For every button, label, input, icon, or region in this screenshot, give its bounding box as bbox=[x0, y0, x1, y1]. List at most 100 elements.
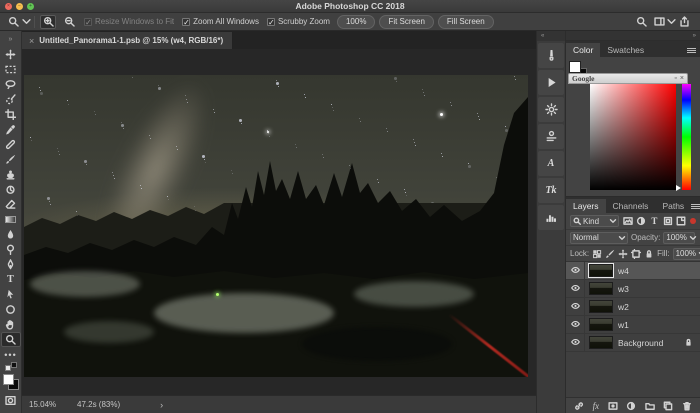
quick-mask-button[interactable] bbox=[1, 393, 21, 408]
tab-layers[interactable]: Layers bbox=[566, 199, 606, 213]
histogram-panel-button[interactable] bbox=[538, 205, 564, 230]
default-colors-button[interactable] bbox=[5, 362, 17, 372]
gradient-tool[interactable] bbox=[1, 212, 21, 227]
layer-visibility-toggle[interactable] bbox=[566, 316, 585, 333]
layer-row-background[interactable]: Background bbox=[566, 334, 700, 352]
canvas-image[interactable] bbox=[24, 75, 528, 377]
workspace-switcher[interactable] bbox=[654, 16, 672, 27]
opacity-dropdown[interactable]: 100% bbox=[663, 232, 695, 244]
panels-collapse-button[interactable]: » bbox=[566, 31, 700, 41]
edit-toolbar-button[interactable]: ••• bbox=[1, 347, 21, 362]
fill-dropdown[interactable]: 100% bbox=[673, 248, 700, 260]
layer-style-button[interactable]: fx bbox=[593, 401, 600, 411]
tab-swatches[interactable]: Swatches bbox=[600, 43, 651, 57]
share-icon[interactable] bbox=[679, 16, 690, 27]
blend-mode-dropdown[interactable]: Normal bbox=[570, 232, 628, 244]
tab-paths[interactable]: Paths bbox=[655, 199, 691, 213]
layer-thumbnail[interactable] bbox=[589, 282, 613, 295]
styles-panel-button[interactable]: A bbox=[538, 151, 564, 176]
toolbar-collapse-button[interactable]: » bbox=[0, 31, 21, 47]
hand-tool[interactable] bbox=[1, 317, 21, 332]
healing-brush-tool[interactable] bbox=[1, 137, 21, 152]
layer-thumbnail[interactable] bbox=[589, 300, 613, 313]
zoom-in-button[interactable] bbox=[40, 15, 56, 29]
hue-slider[interactable] bbox=[682, 84, 691, 190]
add-layer-mask-button[interactable] bbox=[608, 401, 618, 411]
move-tool[interactable] bbox=[1, 47, 21, 62]
layer-row-w2[interactable]: w2 bbox=[566, 298, 700, 316]
lock-artboard-button[interactable] bbox=[631, 248, 641, 259]
fit-screen-button[interactable]: Fit Screen bbox=[379, 15, 433, 29]
blur-tool[interactable] bbox=[1, 227, 21, 242]
google-minimize-icon[interactable]: ▫ bbox=[674, 75, 676, 82]
zoom-100-button[interactable]: 100% bbox=[337, 15, 375, 29]
filter-adjustment-layers-button[interactable] bbox=[636, 216, 646, 227]
lock-all-button[interactable] bbox=[644, 248, 654, 259]
lasso-tool[interactable] bbox=[1, 77, 21, 92]
brushes-panel-button[interactable] bbox=[538, 43, 564, 68]
scrubby-zoom-checkbox[interactable]: ✓Scrubby Zoom bbox=[267, 17, 330, 26]
layer-thumbnail[interactable] bbox=[589, 318, 613, 331]
status-options-chevron[interactable]: › bbox=[160, 400, 163, 410]
tab-color[interactable]: Color bbox=[566, 43, 600, 57]
zoom-tool[interactable] bbox=[1, 332, 21, 347]
dock-collapse-button[interactable]: « bbox=[537, 31, 565, 41]
lock-transparency-button[interactable] bbox=[592, 248, 602, 259]
crop-tool[interactable] bbox=[1, 107, 21, 122]
panel-menu-icon[interactable] bbox=[687, 48, 696, 57]
tool-preset-picker[interactable] bbox=[6, 15, 29, 28]
canvas-pasteboard[interactable] bbox=[22, 49, 536, 395]
document-tab[interactable]: × Untitled_Panorama1-1.psb @ 15% (w4, RG… bbox=[22, 32, 233, 49]
google-close-icon[interactable]: × bbox=[680, 75, 684, 82]
foreground-color-swatch[interactable] bbox=[569, 61, 581, 73]
layer-row-w3[interactable]: w3 bbox=[566, 280, 700, 298]
filter-shape-layers-button[interactable] bbox=[663, 216, 673, 227]
close-tab-icon[interactable]: × bbox=[29, 36, 34, 46]
dodge-tool[interactable] bbox=[1, 242, 21, 257]
clone-stamp-tool[interactable] bbox=[1, 167, 21, 182]
search-icon[interactable] bbox=[636, 16, 647, 27]
brush-tool[interactable] bbox=[1, 152, 21, 167]
quick-selection-tool[interactable] bbox=[1, 92, 21, 107]
panel-menu-icon[interactable] bbox=[691, 204, 700, 213]
character-panel-button[interactable] bbox=[538, 124, 564, 149]
layer-row-w4[interactable]: w4 bbox=[566, 262, 700, 280]
layer-thumbnail[interactable] bbox=[589, 264, 613, 277]
layer-thumbnail[interactable] bbox=[589, 336, 613, 349]
eyedropper-tool[interactable] bbox=[1, 122, 21, 137]
marquee-tool[interactable] bbox=[1, 62, 21, 77]
zoom-out-button[interactable] bbox=[61, 15, 77, 29]
filter-pixel-layers-button[interactable] bbox=[622, 216, 632, 227]
path-selection-tool[interactable] bbox=[1, 287, 21, 302]
layer-filtering-toggle[interactable] bbox=[690, 218, 696, 224]
layer-visibility-toggle[interactable] bbox=[566, 334, 585, 351]
zoom-all-windows-checkbox[interactable]: ✓Zoom All Windows bbox=[182, 17, 259, 26]
layer-row-w1[interactable]: w1 bbox=[566, 316, 700, 334]
saturation-brightness-field[interactable] bbox=[590, 84, 676, 190]
history-brush-tool[interactable] bbox=[1, 182, 21, 197]
new-group-button[interactable] bbox=[645, 401, 655, 411]
layer-visibility-toggle[interactable] bbox=[566, 298, 585, 315]
ellipse-tool[interactable] bbox=[1, 302, 21, 317]
delete-layer-button[interactable] bbox=[682, 401, 692, 411]
status-zoom-level[interactable]: 15.04% bbox=[29, 400, 63, 409]
google-floating-window[interactable]: Google ▫ × bbox=[568, 73, 688, 84]
actions-panel-button[interactable] bbox=[538, 70, 564, 95]
eraser-tool[interactable] bbox=[1, 197, 21, 212]
pen-tool[interactable] bbox=[1, 257, 21, 272]
type-tool[interactable]: T bbox=[1, 272, 21, 287]
layer-visibility-toggle[interactable] bbox=[566, 262, 585, 279]
tk-actions-panel-button[interactable]: Tk bbox=[538, 178, 564, 203]
tab-channels[interactable]: Channels bbox=[606, 199, 656, 213]
filter-kind-dropdown[interactable]: Kind bbox=[570, 215, 619, 227]
new-layer-button[interactable] bbox=[663, 401, 673, 411]
adjustments-panel-button[interactable] bbox=[538, 97, 564, 122]
layer-visibility-toggle[interactable] bbox=[566, 280, 585, 297]
link-layers-button[interactable] bbox=[574, 401, 584, 411]
foreground-color-swatch[interactable] bbox=[3, 374, 14, 385]
lock-position-button[interactable] bbox=[618, 248, 628, 259]
hue-slider-pointer[interactable] bbox=[676, 185, 681, 191]
filter-smart-objects-button[interactable] bbox=[676, 216, 686, 227]
new-adjustment-layer-button[interactable] bbox=[626, 401, 636, 411]
fill-screen-button[interactable]: Fill Screen bbox=[438, 15, 494, 29]
